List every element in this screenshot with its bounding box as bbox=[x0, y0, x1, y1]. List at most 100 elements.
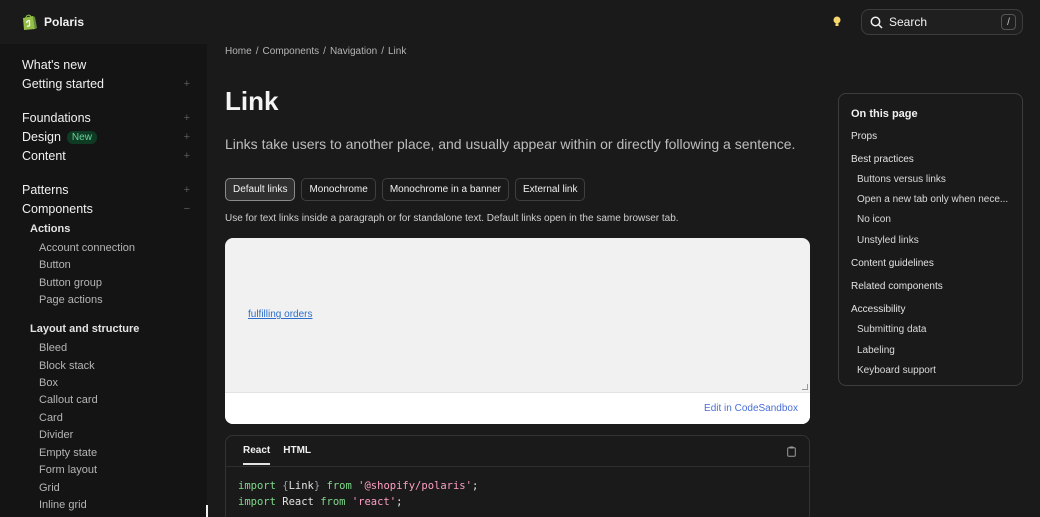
sidebar-item-label: Foundations bbox=[22, 111, 91, 125]
clipboard-icon[interactable] bbox=[787, 446, 796, 457]
preview-link[interactable]: fulfilling orders bbox=[248, 309, 312, 320]
expand-icon[interactable]: + bbox=[184, 184, 190, 196]
code-divider bbox=[226, 466, 809, 467]
tab-monochrome[interactable]: Monochrome bbox=[301, 178, 376, 201]
toc-item-new-tab[interactable]: Open a new tab only when nece... bbox=[857, 194, 1008, 205]
on-this-page: On this page Props Best practices Button… bbox=[838, 93, 1023, 386]
code-line: import React from 'react'; bbox=[238, 494, 478, 510]
sidebar-item-bleed[interactable]: Bleed bbox=[39, 342, 67, 354]
sidebar-item-form-layout[interactable]: Form layout bbox=[39, 464, 97, 476]
text-cursor bbox=[206, 505, 208, 517]
breadcrumb-link[interactable]: Link bbox=[388, 46, 406, 57]
expand-icon[interactable]: + bbox=[184, 112, 190, 124]
sidebar-group-actions[interactable]: Actions bbox=[30, 223, 70, 235]
tab-monochrome-banner[interactable]: Monochrome in a banner bbox=[381, 178, 510, 201]
search-input[interactable]: Search / bbox=[861, 9, 1023, 35]
sidebar-item-label: Components bbox=[22, 202, 93, 216]
sidebar-item-empty-state[interactable]: Empty state bbox=[39, 447, 97, 459]
sidebar-item-page-actions[interactable]: Page actions bbox=[39, 294, 103, 306]
code-body: import {Link} from '@shopify/polaris'; i… bbox=[238, 478, 478, 510]
sidebar-group-layout[interactable]: Layout and structure bbox=[30, 323, 139, 335]
code-identifier: React bbox=[282, 496, 314, 508]
sidebar-item-getting-started[interactable]: Getting started + bbox=[22, 77, 190, 91]
sidebar-item-patterns[interactable]: Patterns + bbox=[22, 183, 190, 197]
toc-item-related-components[interactable]: Related components bbox=[851, 281, 943, 292]
toc-item-keyboard-support[interactable]: Keyboard support bbox=[857, 365, 936, 376]
code-string: '@shopify/polaris' bbox=[358, 480, 472, 492]
toc-item-best-practices[interactable]: Best practices bbox=[851, 154, 914, 165]
code-keyword: import bbox=[238, 480, 276, 492]
code-keyword: from bbox=[320, 480, 359, 492]
sidebar-item-box[interactable]: Box bbox=[39, 377, 58, 389]
toc-item-labeling[interactable]: Labeling bbox=[857, 345, 895, 356]
breadcrumb-home[interactable]: Home bbox=[225, 46, 252, 57]
new-badge: New bbox=[66, 130, 97, 144]
toc-item-accessibility[interactable]: Accessibility bbox=[851, 304, 905, 315]
example-description: Use for text links inside a paragraph or… bbox=[225, 213, 679, 224]
sidebar-item-divider[interactable]: Divider bbox=[39, 429, 73, 441]
sidebar-item-label: Getting started bbox=[22, 77, 104, 91]
expand-icon[interactable]: + bbox=[184, 78, 190, 90]
code-tab-html[interactable]: HTML bbox=[283, 445, 311, 465]
expand-icon[interactable]: + bbox=[184, 131, 190, 143]
code-keyword: import bbox=[238, 496, 276, 508]
breadcrumb-separator: / bbox=[381, 46, 384, 57]
page-title: Link bbox=[225, 86, 279, 116]
toc-title: On this page bbox=[851, 108, 918, 120]
collapse-icon[interactable]: − bbox=[184, 203, 190, 215]
search-shortcut: / bbox=[1001, 14, 1016, 30]
toc-item-buttons-vs-links[interactable]: Buttons versus links bbox=[857, 174, 946, 185]
sidebar-item-label: Content bbox=[22, 149, 66, 163]
tab-default-links[interactable]: Default links bbox=[225, 178, 296, 201]
code-string: 'react' bbox=[351, 496, 397, 508]
sidebar-item-content[interactable]: Content + bbox=[22, 149, 190, 163]
breadcrumb-components[interactable]: Components bbox=[262, 46, 319, 57]
search-label: Search bbox=[889, 15, 928, 29]
sidebar-item-account-connection[interactable]: Account connection bbox=[39, 242, 135, 254]
sidebar-item-design[interactable]: Design New + bbox=[22, 130, 190, 144]
page-lead: Links take users to another place, and u… bbox=[225, 136, 796, 152]
sidebar-item-block-stack[interactable]: Block stack bbox=[39, 360, 95, 372]
toc-item-props[interactable]: Props bbox=[851, 131, 877, 142]
resize-handle[interactable] bbox=[802, 384, 808, 390]
expand-icon[interactable]: + bbox=[184, 150, 190, 162]
sidebar-item-whats-new[interactable]: What's new bbox=[22, 58, 190, 72]
top-bar: Polaris Search / bbox=[0, 0, 1040, 44]
sidebar-item-foundations[interactable]: Foundations + bbox=[22, 111, 190, 125]
sidebar-item-card[interactable]: Card bbox=[39, 412, 63, 424]
sidebar: What's new Getting started + Foundations… bbox=[0, 44, 207, 517]
code-punct: ; bbox=[396, 496, 403, 508]
code-identifier: Link bbox=[288, 480, 314, 492]
breadcrumb: Home / Components / Navigation / Link bbox=[225, 46, 406, 57]
sidebar-item-button[interactable]: Button bbox=[39, 259, 71, 271]
breadcrumb-separator: / bbox=[255, 46, 259, 57]
sidebar-item-label: Design bbox=[22, 130, 61, 144]
sidebar-item-grid[interactable]: Grid bbox=[39, 482, 60, 494]
brand[interactable]: Polaris bbox=[21, 13, 84, 31]
shopify-bag-icon bbox=[23, 14, 37, 30]
toc-item-unstyled-links[interactable]: Unstyled links bbox=[857, 235, 919, 246]
toc-item-content-guidelines[interactable]: Content guidelines bbox=[851, 258, 934, 269]
example-tabs: Default links Monochrome Monochrome in a… bbox=[225, 178, 586, 201]
sidebar-item-inline-grid[interactable]: Inline grid bbox=[39, 499, 87, 511]
sidebar-item-label: What's new bbox=[22, 58, 87, 72]
toc-item-no-icon[interactable]: No icon bbox=[857, 214, 891, 225]
code-block: React HTML import {Link} from '@shopify/… bbox=[225, 435, 810, 517]
toc-item-submitting-data[interactable]: Submitting data bbox=[857, 324, 927, 335]
sidebar-item-callout-card[interactable]: Callout card bbox=[39, 394, 98, 406]
sidebar-item-components[interactable]: Components − bbox=[22, 202, 190, 216]
app-name: Polaris bbox=[44, 15, 85, 29]
breadcrumb-separator: / bbox=[323, 46, 326, 57]
code-keyword: from bbox=[313, 496, 352, 508]
example-preview: fulfilling orders Edit in CodeSandbox bbox=[225, 238, 810, 424]
sidebar-item-label: Patterns bbox=[22, 183, 69, 197]
code-tabs: React HTML bbox=[243, 445, 311, 465]
code-tab-react[interactable]: React bbox=[243, 445, 271, 465]
code-line: import {Link} from '@shopify/polaris'; bbox=[238, 478, 478, 494]
search-icon bbox=[870, 16, 883, 29]
codesandbox-link[interactable]: Edit in CodeSandbox bbox=[704, 403, 798, 414]
sidebar-item-button-group[interactable]: Button group bbox=[39, 277, 102, 289]
tab-external-link[interactable]: External link bbox=[515, 178, 586, 201]
lightbulb-icon[interactable] bbox=[831, 15, 843, 29]
breadcrumb-navigation[interactable]: Navigation bbox=[330, 46, 377, 57]
